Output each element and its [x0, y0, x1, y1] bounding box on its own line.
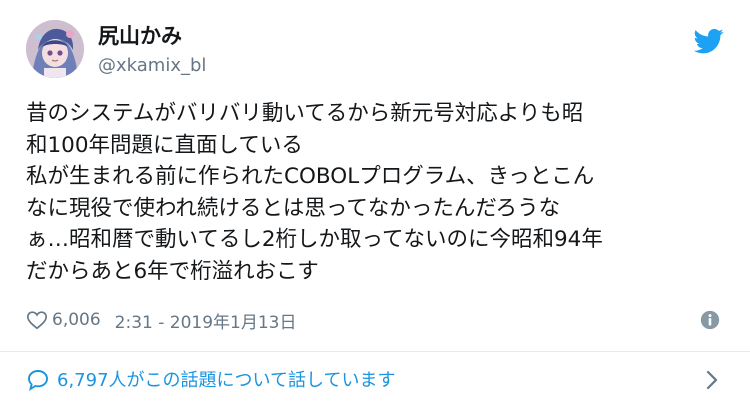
- tweet-text-line: ぁ…昭和暦で動いてるし2桁しか取ってないのに今昭和94年: [26, 227, 603, 253]
- conversation-text[interactable]: 6,797人がこの話題について話しています: [57, 366, 395, 392]
- author-name[interactable]: 尻山かみ: [98, 20, 182, 50]
- tweet-text-line: 和100年問題に直面している: [26, 132, 303, 158]
- avatar[interactable]: [26, 20, 84, 78]
- avatar-image: [26, 20, 84, 78]
- tweet-text-line: 私が生まれる前に作られたCOBOLプログラム、きっとこん: [26, 164, 595, 190]
- tweet-meta: 6,006 2:31 - 2019年1月13日: [26, 306, 297, 334]
- tweet-text: 昔のシステムがバリバリ動いてるから新元号対応よりも昭 和100年問題に直面してい…: [26, 98, 726, 288]
- like-count[interactable]: 6,006: [52, 310, 101, 330]
- tweet-text-line: なに現役で使われ続けるとは思ってなかったんだろうな: [26, 195, 561, 221]
- tweet-text-line: 昔のシステムがバリバリ動いてるから新元号対応よりも昭: [26, 101, 584, 126]
- heart-icon[interactable]: [26, 309, 48, 331]
- chevron-right-icon[interactable]: [704, 368, 720, 392]
- tweet-text-line: だからあと6年で桁溢れおこす: [26, 258, 319, 284]
- twitter-bird-icon[interactable]: [694, 26, 724, 56]
- tweet-card: 尻山かみ @xkamix_bl 昔のシステムがバリバリ動いてるから新元号対応より…: [0, 0, 750, 407]
- tweet-timestamp[interactable]: 2:31 - 2019年1月13日: [115, 308, 297, 333]
- conversation-link[interactable]: 6,797人がこの話題について話しています: [0, 352, 750, 407]
- author-handle[interactable]: @xkamix_bl: [98, 55, 206, 76]
- info-icon[interactable]: [699, 309, 721, 331]
- speech-bubble-icon: [28, 370, 48, 392]
